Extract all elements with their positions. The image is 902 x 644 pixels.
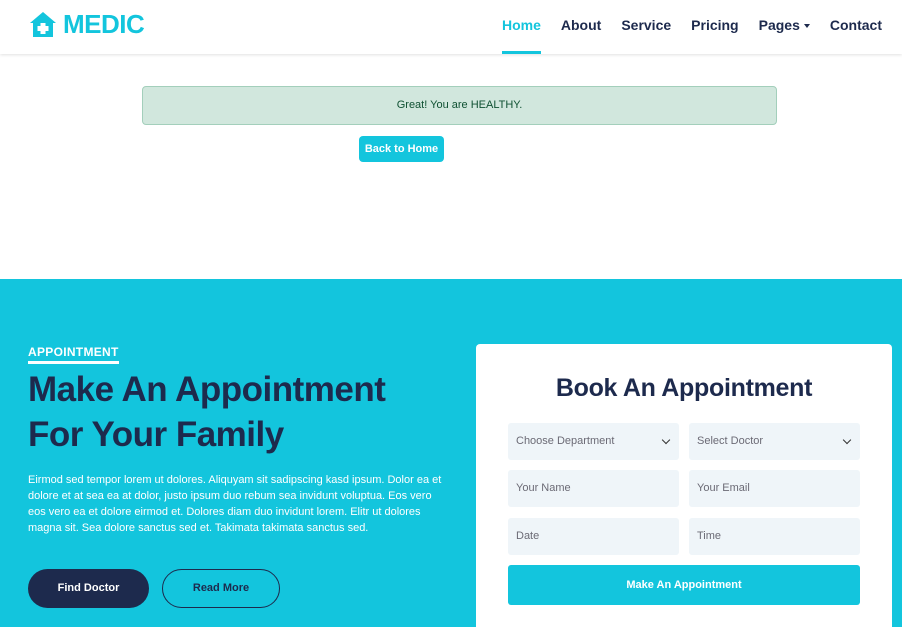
brand-logo[interactable]: MEDIC	[28, 9, 145, 40]
nav-pricing-label: Pricing	[691, 17, 739, 33]
main-nav: Home About Service Pricing Pages Contact	[492, 0, 892, 54]
nav-about-label: About	[560, 17, 602, 33]
nav-pages-dropdown[interactable]: Pages	[749, 0, 820, 54]
section-eyebrow: APPOINTMENT	[28, 345, 119, 364]
nav-pricing[interactable]: Pricing	[681, 0, 748, 54]
brand-name: MEDIC	[63, 9, 145, 39]
nav-contact-label: Contact	[829, 17, 882, 33]
booking-form-title: Book An Appointment	[555, 374, 813, 402]
doctor-select[interactable]: Select Doctor	[689, 423, 860, 460]
caret-down-icon	[803, 24, 810, 29]
section-description: Eirmod sed tempor lorem ut dolores. Aliq…	[28, 474, 442, 534]
make-appointment-button[interactable]: Make An Appointment	[508, 565, 860, 605]
email-input[interactable]: Your Email	[689, 470, 860, 507]
nav-service[interactable]: Service	[611, 0, 681, 54]
nav-service-label: Service	[621, 17, 672, 33]
department-select-value: Choose Department	[516, 435, 615, 447]
back-to-home-button[interactable]: Back to Home	[359, 136, 444, 162]
booking-form-card: Book An Appointment Choose Department Se…	[476, 344, 892, 644]
name-input[interactable]: Your Name	[508, 470, 679, 507]
time-input-placeholder: Time	[697, 530, 722, 542]
section-heading: Make An Appointment For Your Family	[28, 370, 386, 454]
nav-home[interactable]: Home	[492, 0, 551, 54]
doctor-select-value: Select Doctor	[697, 435, 764, 447]
navbar: MEDIC Home About Service Pricing Pages C…	[0, 0, 902, 54]
email-input-placeholder: Your Email	[697, 482, 750, 494]
nav-home-label: Home	[501, 17, 541, 33]
find-doctor-button[interactable]: Find Doctor	[28, 569, 149, 608]
hospital-icon	[30, 11, 56, 37]
nav-pages-label: Pages	[758, 17, 800, 33]
department-select[interactable]: Choose Department	[508, 423, 679, 460]
name-input-placeholder: Your Name	[516, 482, 571, 494]
time-input[interactable]: Time	[689, 518, 860, 555]
appointment-section: APPOINTMENT Make An Appointment For Your…	[0, 279, 902, 644]
chevron-down-icon	[661, 435, 671, 445]
read-more-button[interactable]: Read More	[162, 569, 280, 608]
chevron-down-icon	[842, 435, 852, 445]
nav-contact[interactable]: Contact	[820, 0, 892, 54]
date-input-placeholder: Date	[516, 530, 540, 542]
success-alert: Great! You are HEALTHY.	[142, 86, 777, 125]
date-input[interactable]: Date	[508, 518, 679, 555]
nav-about[interactable]: About	[551, 0, 611, 54]
